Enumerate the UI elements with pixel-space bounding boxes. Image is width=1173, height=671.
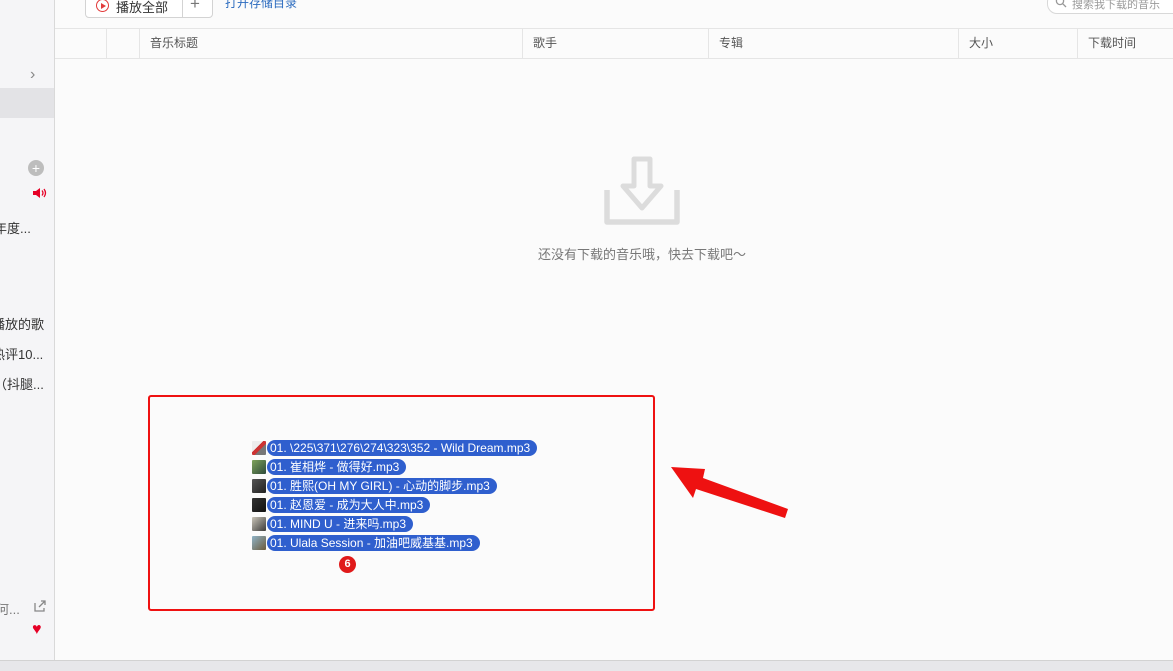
column-header-download-time[interactable]: 下载时间 bbox=[1077, 29, 1173, 58]
sidebar-selected-row[interactable] bbox=[0, 88, 54, 118]
column-header-album[interactable]: 专辑 bbox=[708, 29, 958, 58]
add-playlist-icon[interactable]: + bbox=[28, 160, 44, 176]
album-thumbnail bbox=[252, 536, 266, 550]
drag-count-badge: 6 bbox=[339, 556, 356, 573]
chevron-right-icon[interactable]: › bbox=[30, 66, 35, 84]
dragged-file-name: 01. Ulala Session - 加油吧威基基.mp3 bbox=[267, 535, 480, 551]
open-directory-link[interactable]: 打开存储目录 bbox=[225, 0, 297, 11]
column-header-size[interactable]: 大小 bbox=[958, 29, 1077, 58]
album-thumbnail bbox=[252, 441, 266, 455]
column-header-index[interactable] bbox=[55, 29, 106, 58]
sidebar: › + 年度... 播放的歌 热评10... （抖腿... 何... ♥ bbox=[0, 0, 55, 660]
toolbar: 播放全部 + 打开存储目录 搜索我下载的音乐 bbox=[55, 0, 1173, 28]
status-bar bbox=[0, 660, 1173, 671]
sidebar-item-label[interactable]: 播放的歌 bbox=[0, 314, 44, 333]
sidebar-item-label[interactable]: 热评10... bbox=[0, 344, 43, 363]
divider bbox=[182, 0, 183, 17]
sidebar-item-label[interactable]: 年度... bbox=[0, 218, 31, 237]
empty-state-message: 还没有下载的音乐哦，快去下载吧～ bbox=[537, 247, 746, 262]
album-thumbnail bbox=[252, 498, 266, 512]
dragged-file-name: 01. 胜熙(OH MY GIRL) - 心动的脚步.mp3 bbox=[267, 478, 497, 494]
table-header: 音乐标题 歌手 专辑 大小 下载时间 bbox=[55, 28, 1173, 59]
column-header-artist[interactable]: 歌手 bbox=[522, 29, 708, 58]
dragged-file-name: 01. 赵恩爱 - 成为大人中.mp3 bbox=[267, 497, 431, 513]
play-icon bbox=[96, 0, 109, 12]
now-playing-title[interactable]: 何... bbox=[0, 599, 20, 618]
annotation-arrow-icon bbox=[671, 467, 788, 518]
album-thumbnail bbox=[252, 460, 266, 474]
search-icon bbox=[1055, 0, 1067, 8]
dragged-file-name: 01. \225\371\276\274\323\352 - Wild Drea… bbox=[267, 440, 538, 456]
dragged-file-name: 01. 崔相烨 - 做得好.mp3 bbox=[267, 459, 407, 475]
play-all-label: 播放全部 bbox=[116, 0, 169, 15]
speaker-icon bbox=[33, 188, 47, 198]
search-placeholder: 搜索我下载的音乐 bbox=[1072, 0, 1160, 11]
search-input[interactable]: 搜索我下载的音乐 bbox=[1047, 0, 1173, 14]
download-empty-icon bbox=[604, 156, 680, 225]
album-thumbnail bbox=[252, 517, 266, 531]
play-all-button[interactable]: 播放全部 + bbox=[85, 0, 213, 18]
share-icon[interactable] bbox=[33, 599, 47, 613]
heart-icon[interactable]: ♥ bbox=[32, 621, 42, 639]
add-to-list-button[interactable]: + bbox=[190, 0, 200, 14]
album-thumbnail bbox=[252, 479, 266, 493]
dragged-file-name: 01. MIND U - 进来吗.mp3 bbox=[267, 516, 414, 532]
column-header-title[interactable]: 音乐标题 bbox=[139, 29, 522, 58]
sidebar-item-label[interactable]: （抖腿... bbox=[0, 374, 44, 393]
column-header-actions[interactable] bbox=[106, 29, 139, 58]
